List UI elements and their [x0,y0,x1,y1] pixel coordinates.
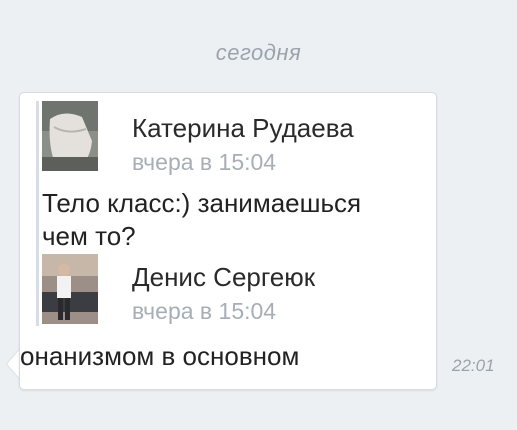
avatar[interactable] [42,254,98,324]
forwarded-text: Тело класс:) занимаешься чем то? [42,188,362,251]
forward-author[interactable]: Денис Сергеюк [132,262,315,293]
avatar[interactable] [42,101,98,171]
forward-quote-bar [36,101,39,326]
message-bubble[interactable]: Катерина Рудаева вчера в 15:04 Тело клас… [19,92,437,390]
forward-author[interactable]: Катерина Рудаева [132,113,354,144]
forward-time: вчера в 15:04 [132,298,277,324]
date-separator: сегодня [215,40,302,65]
forward-time: вчера в 15:04 [132,149,277,175]
message-time: 22:01 [452,356,495,375]
message-text: онанизмом в основном [20,341,300,371]
